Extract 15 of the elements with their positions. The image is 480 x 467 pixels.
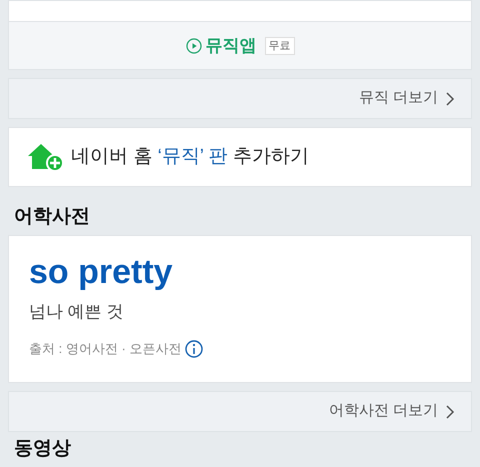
word-meaning: 넘나 예쁜 것 bbox=[29, 301, 124, 324]
info-icon[interactable] bbox=[185, 340, 204, 358]
chevron-right-icon bbox=[446, 92, 455, 106]
free-badge: 무료 bbox=[264, 36, 294, 54]
dictionary-word-link[interactable]: so pretty bbox=[29, 253, 173, 291]
more-link[interactable]: 뮤직 더보기 bbox=[8, 78, 472, 119]
play-icon bbox=[186, 38, 202, 54]
more-link[interactable]: 어학사전 더보기 bbox=[8, 391, 472, 432]
section-heading: 어학사전 bbox=[13, 205, 91, 229]
add-home-banner[interactable]: 네이버 홈 ‘뮤직’ 판 추가하기 bbox=[8, 127, 472, 187]
section-heading: 동영상 bbox=[13, 437, 72, 460]
chevron-right-icon bbox=[446, 404, 455, 418]
add-home-text: 네이버 홈 ‘뮤직’ 판 추가하기 bbox=[71, 144, 309, 169]
house-add-icon bbox=[27, 143, 63, 171]
source-text: 출처 : 영어사전 · 오픈사전 bbox=[29, 340, 182, 358]
